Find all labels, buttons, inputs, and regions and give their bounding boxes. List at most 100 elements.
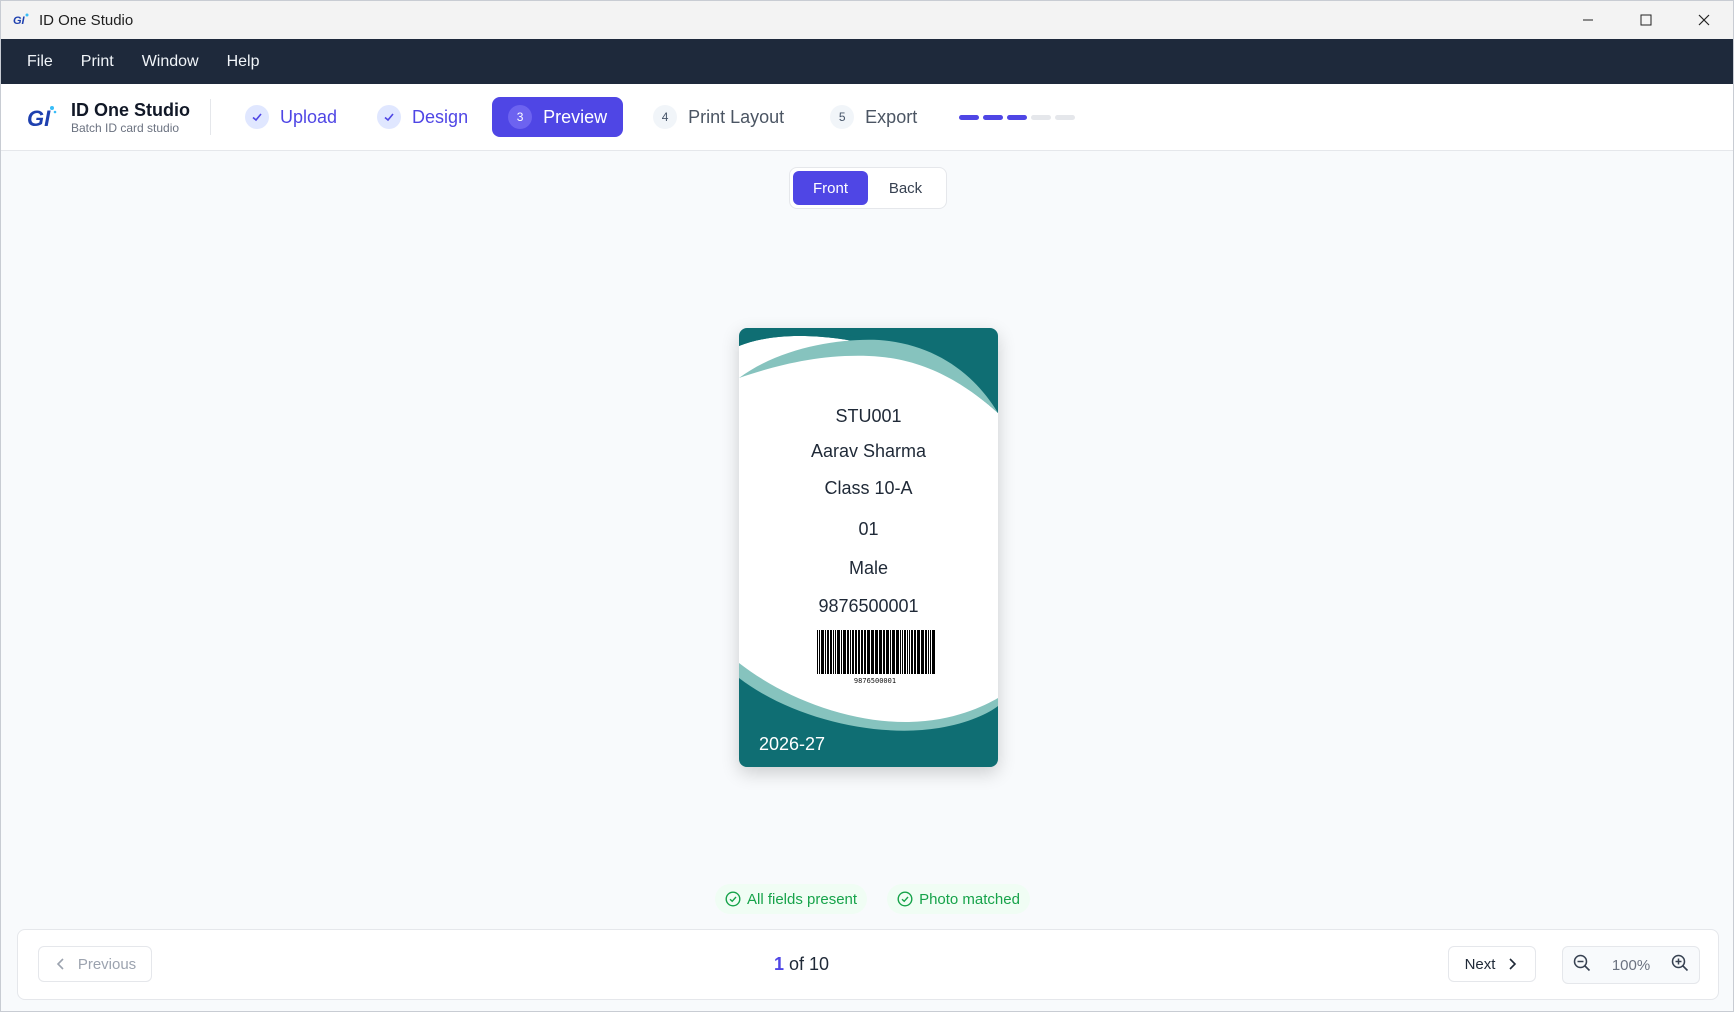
minimize-icon [1583, 19, 1593, 21]
status-badge-photo: Photo matched [887, 884, 1030, 914]
card-background [739, 328, 998, 767]
previous-label: Previous [77, 955, 137, 973]
barcode-bar [867, 630, 870, 674]
barcode-bar [930, 630, 931, 674]
barcode-bar [858, 630, 860, 674]
barcode-bar [837, 630, 840, 674]
barcode-bar [917, 630, 920, 674]
step-export[interactable]: 5 Export [814, 97, 933, 137]
wizard-steps: Upload Design 3 Preview 4 Print Layout 5… [229, 84, 1079, 150]
menu-print[interactable]: Print [69, 39, 126, 84]
menu-window[interactable]: Window [130, 39, 211, 84]
barcode-bar [852, 630, 854, 674]
step-upload[interactable]: Upload [229, 97, 353, 137]
step-print-layout[interactable]: 4 Print Layout [637, 97, 800, 137]
menu-file[interactable]: File [15, 39, 65, 84]
barcode-bar [911, 630, 913, 674]
barcode-bar [833, 630, 834, 674]
check-icon [377, 105, 402, 129]
step-label: Print Layout [688, 106, 785, 127]
check-circle-icon [725, 891, 741, 907]
zoom-out-button[interactable] [1573, 954, 1591, 977]
progress-dot [1007, 114, 1028, 120]
page-total: of 10 [789, 954, 830, 974]
barcode-bar [879, 630, 882, 674]
barcode-bar [861, 630, 863, 674]
pagination-footer: Previous 1 of 10 Next 100% [17, 929, 1719, 1000]
card-roll-number: 01 [858, 519, 879, 539]
card-phone: 9876500001 [818, 596, 919, 616]
status-label: Photo matched [919, 890, 1020, 908]
title-bar: GI ID One Studio [1, 1, 1733, 39]
barcode-bar [883, 630, 885, 674]
barcode-bar [925, 630, 927, 674]
barcode-bar [890, 630, 891, 674]
validation-status: All fields present Photo matched [715, 884, 1050, 914]
card-barcode-number: 9876500001 [853, 677, 897, 685]
barcode-bar [907, 630, 908, 674]
next-button[interactable]: Next [1448, 946, 1536, 982]
barcode-bar [932, 630, 935, 674]
zoom-in-button[interactable] [1671, 954, 1689, 977]
menu-help[interactable]: Help [215, 39, 272, 84]
card-barcode [817, 630, 935, 674]
barcode-bar [896, 630, 899, 674]
barcode-bar [902, 630, 903, 674]
current-page: 1 [774, 954, 785, 974]
barcode-bar [827, 630, 829, 674]
brand-subtitle: Batch ID card studio [71, 120, 180, 135]
brand-title: ID One Studio [71, 99, 190, 120]
barcode-bar [900, 630, 901, 674]
barcode-bar [921, 630, 924, 674]
barcode-bar [871, 630, 874, 674]
barcode-bar [819, 630, 820, 674]
app-window: GI ID One Studio File Print Window Help … [0, 0, 1734, 1012]
barcode-bar [892, 630, 895, 674]
brand-logo-icon: GI [27, 102, 57, 132]
next-label: Next [1464, 955, 1496, 973]
maximize-icon [1640, 14, 1652, 26]
minimize-button[interactable] [1559, 1, 1617, 39]
barcode-bar [830, 630, 832, 674]
status-badge-fields: All fields present [715, 884, 868, 914]
previous-button[interactable]: Previous [38, 946, 152, 982]
step-number: 3 [508, 105, 533, 129]
card-student-name: Aarav Sharma [810, 441, 927, 461]
barcode-bar [914, 630, 916, 674]
svg-text:GI: GI [27, 106, 51, 130]
barcode-bar [847, 630, 849, 674]
step-preview[interactable]: 3 Preview [492, 97, 624, 137]
step-number: 5 [830, 105, 855, 129]
barcode-bar [835, 630, 836, 674]
zoom-in-icon [1671, 954, 1689, 971]
zoom-level: 100% [1611, 956, 1651, 974]
progress-dot [1055, 114, 1076, 120]
card-class: Class 10-A [824, 478, 913, 498]
zoom-control: 100% [1562, 946, 1700, 984]
progress-dot [959, 114, 980, 120]
page-indicator: 1 of 10 [774, 954, 829, 975]
status-label: All fields present [747, 890, 858, 908]
barcode-bar [817, 630, 818, 674]
barcode-bar [886, 630, 889, 674]
barcode-bar [850, 630, 851, 674]
maximize-button[interactable] [1617, 1, 1675, 39]
menu-bar: File Print Window Help [1, 39, 1733, 84]
barcode-bar [825, 630, 826, 674]
card-gender: Male [848, 558, 888, 578]
check-icon [245, 105, 269, 129]
barcode-bar [841, 630, 842, 674]
barcode-bar [821, 630, 824, 674]
barcode-bar [909, 630, 910, 674]
step-design[interactable]: Design [361, 97, 484, 137]
progress-dot [983, 114, 1004, 120]
close-icon [1698, 14, 1710, 26]
progress-dot [1031, 114, 1052, 120]
card-student-id: STU001 [835, 406, 902, 426]
front-side-button[interactable]: Front [793, 171, 868, 205]
chevron-left-icon [56, 958, 64, 970]
back-side-button[interactable]: Back [868, 171, 943, 205]
card-academic-year: 2026-27 [759, 734, 826, 754]
close-window-button[interactable] [1675, 1, 1733, 39]
step-number: 4 [653, 105, 678, 129]
